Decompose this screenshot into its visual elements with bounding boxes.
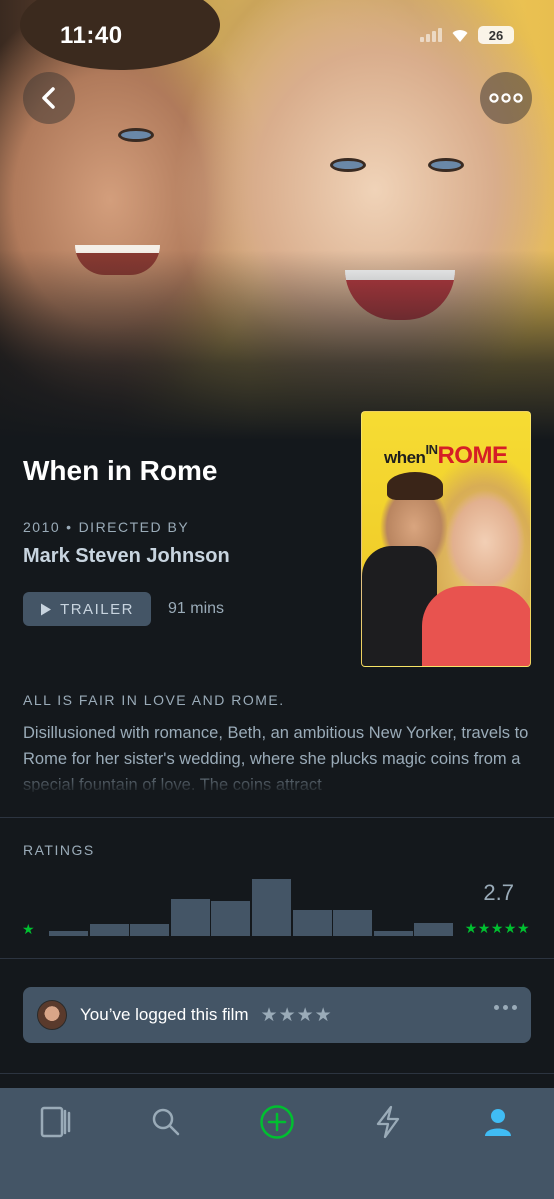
user-rating-stars: ★★★★ (260, 1004, 333, 1026)
film-poster[interactable]: whenINROME (361, 411, 531, 667)
histogram-bar[interactable] (414, 923, 454, 936)
signal-icon (420, 28, 442, 42)
status-icons: 26 (420, 26, 514, 44)
release-year[interactable]: 2010 (23, 519, 60, 535)
chevron-left-icon (42, 87, 55, 109)
tab-bar (0, 1088, 554, 1199)
tab-search[interactable] (146, 1102, 186, 1142)
battery-indicator: 26 (478, 26, 514, 44)
profile-icon (485, 1109, 511, 1136)
tagline: ALL IS FAIR IN LOVE AND ROME. (23, 692, 285, 708)
tab-profile[interactable] (478, 1102, 518, 1142)
divider (0, 958, 554, 959)
histogram-bar[interactable] (49, 931, 88, 936)
average-rating: 2.7 (483, 880, 514, 905)
wifi-icon (452, 30, 468, 42)
five-stars-icon: ★★★★★ (464, 920, 530, 936)
status-time: 11:40 (60, 22, 123, 49)
search-icon (152, 1108, 180, 1136)
tab-films[interactable] (36, 1102, 76, 1142)
histogram-bar[interactable] (333, 910, 373, 936)
film-meta: 2010 • DIRECTED BY (23, 519, 189, 535)
film-title: When in Rome (23, 455, 218, 486)
ratings-label: RATINGS (23, 842, 95, 858)
histogram-bar[interactable] (252, 879, 291, 936)
histogram-bar[interactable] (130, 924, 170, 936)
logged-film-card[interactable]: You’ve logged this film ★★★★ (23, 987, 531, 1043)
play-icon (41, 603, 52, 615)
ratings-histogram[interactable] (49, 870, 454, 936)
add-icon (260, 1105, 294, 1139)
divider (0, 817, 554, 818)
log-more-icon[interactable] (494, 1005, 517, 1010)
ellipsis-icon (489, 93, 523, 103)
histogram-bar[interactable] (170, 899, 210, 936)
director-link[interactable]: Mark Steven Johnson (23, 545, 230, 568)
synopsis[interactable]: Disillusioned with romance, Beth, an amb… (23, 720, 533, 792)
separator-dot: • (66, 519, 73, 535)
poster-logo: whenINROME (384, 442, 508, 469)
trailer-label: TRAILER (60, 600, 134, 618)
histogram-bar[interactable] (292, 910, 332, 936)
logged-text: You’ve logged this film (80, 1005, 249, 1024)
tab-activity[interactable] (368, 1102, 408, 1142)
back-button[interactable] (23, 72, 75, 124)
tab-add[interactable] (257, 1102, 297, 1142)
more-options-button[interactable] (480, 72, 532, 124)
lightning-icon (376, 1105, 400, 1139)
film-backdrop (0, 0, 554, 440)
trailer-button[interactable]: TRAILER (23, 592, 151, 626)
one-star-icon: ★ (22, 921, 35, 937)
directed-by-label: DIRECTED BY (78, 519, 190, 535)
runtime: 91 mins (168, 600, 225, 617)
histogram-bar[interactable] (373, 931, 413, 936)
histogram-bar[interactable] (89, 924, 129, 936)
films-icon (40, 1106, 71, 1138)
histogram-bar[interactable] (211, 901, 251, 936)
avatar (37, 1000, 67, 1030)
divider (0, 1073, 554, 1074)
